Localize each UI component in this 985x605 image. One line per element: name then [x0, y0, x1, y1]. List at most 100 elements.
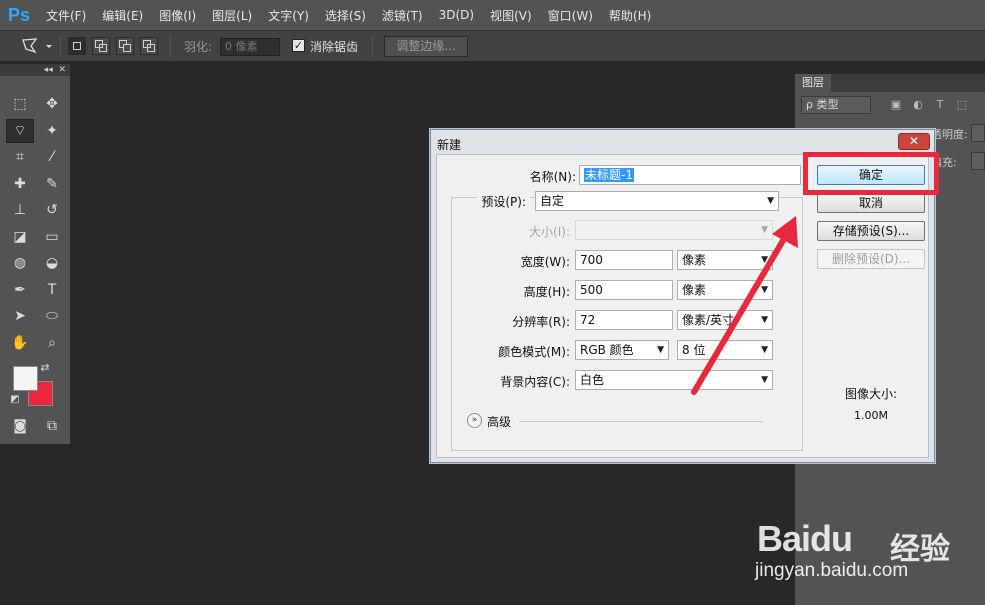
fill-input[interactable] — [971, 152, 985, 170]
options-separator — [170, 37, 171, 57]
feather-input[interactable]: 0 像素 — [220, 38, 280, 56]
background-contents-dropdown[interactable]: 白色 ▼ — [575, 370, 773, 390]
resolution-unit-dropdown[interactable]: 像素/英寸 ▼ — [677, 310, 773, 330]
magic-wand-tool-icon[interactable]: ✦ — [38, 119, 66, 143]
color-mode-dropdown[interactable]: RGB 颜色 ▼ — [575, 340, 669, 360]
chevron-down-icon: ▼ — [761, 255, 768, 265]
chevron-down-icon: ▼ — [761, 345, 768, 355]
marquee-tool-icon[interactable]: ⬚ — [6, 92, 34, 116]
preset-dropdown[interactable]: 自定 ▼ — [535, 191, 779, 211]
menu-filter[interactable]: 滤镜(T) — [374, 7, 431, 24]
eraser-tool-icon[interactable]: ◪ — [6, 225, 34, 249]
ellipse-tool-icon[interactable]: ⬭ — [38, 304, 66, 328]
type-tool-icon[interactable]: T — [38, 278, 66, 302]
opacity-input[interactable] — [971, 124, 985, 142]
close-icon[interactable]: ✕ — [58, 65, 66, 75]
menu-3d[interactable]: 3D(D) — [431, 8, 482, 22]
path-selection-tool-icon[interactable]: ➤ — [6, 304, 34, 328]
dialog-title: 新建 — [437, 138, 462, 152]
bit-depth-dropdown[interactable]: 8 位 ▼ — [677, 340, 773, 360]
menu-window[interactable]: 窗口(W) — [540, 7, 601, 24]
eyedropper-tool-icon[interactable]: ⁄ — [38, 145, 66, 169]
quick-mask-icon[interactable]: ◙ — [6, 414, 34, 438]
chevron-down-icon: ▼ — [657, 345, 664, 355]
preset-value: 自定 — [540, 194, 565, 208]
height-label: 高度(H): — [523, 285, 570, 299]
height-field[interactable]: 500 — [575, 280, 673, 300]
layer-kind-filter[interactable]: ρ 类型 — [801, 96, 871, 114]
subtract-from-selection-button[interactable] — [116, 37, 134, 55]
screen-mode-icon[interactable]: ⧉ — [38, 414, 66, 438]
chevron-down-icon: ▼ — [767, 196, 774, 206]
hand-tool-icon[interactable]: ✋ — [6, 331, 34, 355]
photoshop-logo: Ps — [7, 4, 31, 25]
chevron-down-icon: ▼ — [761, 315, 768, 325]
menu-bar: Ps 文件(F) 编辑(E) 图像(I) 图层(L) 文字(Y) 选择(S) 滤… — [0, 0, 985, 30]
options-bar: 羽化: 0 像素 ✓ 消除锯齿 调整边缘... — [0, 30, 985, 62]
name-value: 未标题-1 — [584, 168, 634, 182]
gradient-tool-icon[interactable]: ▭ — [38, 225, 66, 249]
antialias-label: 消除锯齿 — [310, 39, 359, 54]
swap-colors-icon[interactable]: ⇄ — [36, 360, 54, 374]
crop-tool-icon[interactable]: ⌗ — [6, 145, 34, 169]
default-colors-icon[interactable]: ◩ — [8, 392, 22, 406]
width-field[interactable]: 700 — [575, 250, 673, 270]
menu-select[interactable]: 选择(S) — [317, 7, 374, 24]
height-unit-dropdown[interactable]: 像素 ▼ — [677, 280, 773, 300]
image-size-label: 图像大小: — [844, 387, 898, 401]
blur-tool-icon[interactable]: ◍ — [6, 251, 34, 275]
color-mode-label: 颜色模式(M): — [498, 345, 570, 359]
collapse-icon[interactable]: ◂◂ — [44, 65, 53, 75]
pen-tool-icon[interactable]: ✒ — [6, 278, 34, 302]
foreground-color-swatch[interactable] — [13, 366, 38, 391]
height-unit-value: 像素 — [682, 283, 707, 297]
menu-help[interactable]: 帮助(H) — [601, 7, 659, 24]
shape-filter-icon[interactable]: ⬚ — [955, 98, 969, 112]
antialias-checkbox[interactable]: ✓ — [292, 39, 305, 52]
adjustment-filter-icon[interactable]: ◐ — [911, 98, 925, 112]
size-dropdown[interactable]: ▼ — [575, 220, 773, 240]
width-unit-dropdown[interactable]: 像素 ▼ — [677, 250, 773, 270]
type-filter-icon[interactable]: T — [933, 98, 947, 112]
healing-brush-tool-icon[interactable]: ✚ — [6, 172, 34, 196]
menu-image[interactable]: 图像(I) — [151, 7, 204, 24]
menu-file[interactable]: 文件(F) — [38, 7, 94, 24]
history-brush-tool-icon[interactable]: ↺ — [38, 198, 66, 222]
polygonal-lasso-tool-icon[interactable]: ⌔ — [6, 118, 34, 143]
options-separator — [372, 37, 373, 57]
clone-stamp-tool-icon[interactable]: ⊥ — [6, 198, 34, 222]
dialog-body: 名称(N): 未标题-1 预设(P): 自定 ▼ 大小(I): ▼ 宽度(W): … — [436, 154, 929, 458]
chevron-down-icon: ▼ — [761, 285, 768, 295]
name-field[interactable]: 未标题-1 — [579, 165, 801, 185]
brush-tool-icon[interactable]: ✎ — [38, 172, 66, 196]
move-tool-icon[interactable]: ✥ — [38, 92, 66, 116]
new-selection-button[interactable] — [68, 37, 86, 55]
width-label: 宽度(W): — [520, 255, 570, 269]
resolution-label: 分辨率(R): — [512, 315, 570, 329]
menu-view[interactable]: 视图(V) — [482, 7, 540, 24]
advanced-label[interactable]: 高级 — [487, 413, 511, 430]
name-label: 名称(N): — [529, 170, 576, 184]
tool-preset-picker[interactable] — [20, 31, 54, 61]
advanced-expand-icon[interactable]: » — [467, 413, 482, 428]
zoom-tool-icon[interactable]: ⌕ — [38, 331, 66, 355]
close-button[interactable]: ✕ — [898, 133, 930, 150]
toolbox-header: ◂◂ ✕ — [0, 64, 70, 76]
resolution-field[interactable]: 72 — [575, 310, 673, 330]
delete-preset-button: 删除预设(D)... — [817, 249, 925, 269]
cancel-button[interactable]: 取消 — [817, 193, 925, 213]
bit-depth-value: 8 位 — [682, 343, 706, 357]
add-to-selection-button[interactable] — [92, 37, 110, 55]
save-preset-button[interactable]: 存储预设(S)... — [817, 221, 925, 241]
menu-type[interactable]: 文字(Y) — [260, 7, 317, 24]
dodge-tool-icon[interactable]: ◒ — [38, 251, 66, 275]
intersect-selection-button[interactable] — [140, 37, 158, 55]
polygonal-lasso-icon — [22, 38, 52, 54]
menu-edit[interactable]: 编辑(E) — [94, 7, 151, 24]
refine-edge-button[interactable]: 调整边缘... — [384, 36, 468, 57]
menu-layer[interactable]: 图层(L) — [204, 7, 260, 24]
color-mode-value: RGB 颜色 — [580, 343, 634, 357]
background-contents-value: 白色 — [580, 373, 605, 387]
pixel-filter-icon[interactable]: ▣ — [889, 98, 903, 112]
tab-layers[interactable]: 图层 — [795, 74, 831, 92]
